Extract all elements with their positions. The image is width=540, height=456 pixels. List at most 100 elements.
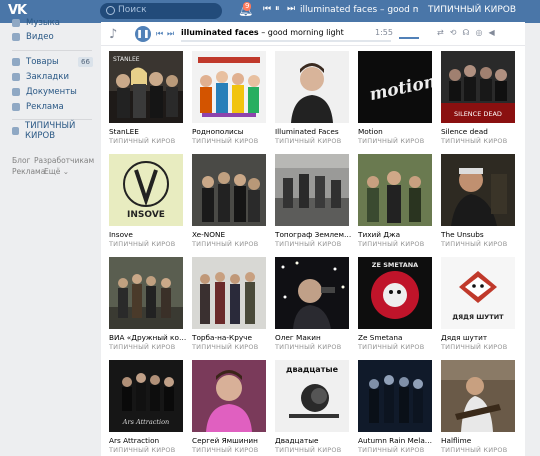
topbar-profile-name[interactable]: ТИПИЧНЫЙ КИРОВ — [428, 5, 516, 15]
artist-card[interactable]: Олег Макин ТИПИЧНЫЙ КИРОВ — [275, 257, 349, 351]
artist-card[interactable]: ZE SMETANA Ze Smetana ТИПИЧНЫЙ КИРОВ — [358, 257, 432, 351]
prev-track-icon[interactable]: ⏮︎ — [156, 29, 163, 39]
artist-title[interactable]: Ars Attraction — [109, 436, 187, 445]
footer-link-more[interactable]: Ещё ⌄ — [44, 167, 69, 176]
artist-owner[interactable]: ТИПИЧНЫЙ КИРОВ — [192, 343, 266, 351]
sidebar-item-ads[interactable]: Реклама — [12, 100, 64, 114]
artist-title[interactable]: Insove — [109, 230, 187, 239]
main-panel: ♪ ❚❚ ⏮︎ ⏭︎ illuminated faces – good morn… — [101, 22, 525, 456]
artist-card[interactable]: Сергей Ямшинин ТИПИЧНЫЙ КИРОВ — [192, 360, 266, 454]
artist-card[interactable]: Роднополисы ТИПИЧНЫЙ КИРОВ — [192, 51, 266, 145]
artist-title[interactable]: Silence dead — [441, 127, 519, 136]
sidebar-item-documents[interactable]: Документы — [12, 85, 77, 99]
next-track-icon[interactable]: ⏭︎ — [287, 4, 295, 14]
artist-card[interactable]: motion Motion ТИПИЧНЫЙ КИРОВ — [358, 51, 432, 145]
artist-owner[interactable]: ТИПИЧНЫЙ КИРОВ — [192, 446, 266, 454]
artist-title[interactable]: Тихий Джа — [358, 230, 436, 239]
sidebar-item-group[interactable]: ТИПИЧНЫЙ КИРОВ — [12, 121, 98, 141]
sidebar-item-goods[interactable]: Товары — [12, 55, 59, 69]
music-icon — [12, 19, 20, 27]
headphones-icon[interactable]: ☊ — [462, 28, 475, 37]
artist-owner[interactable]: ТИПИЧНЫЙ КИРОВ — [109, 240, 183, 248]
next-track-icon[interactable]: ⏭︎ — [167, 29, 174, 39]
artist-owner[interactable]: ТИПИЧНЫЙ КИРОВ — [358, 446, 432, 454]
prev-track-icon[interactable]: ⏮︎ — [263, 4, 271, 14]
artist-card[interactable]: Autumn Rain Melanch… ТИПИЧНЫЙ КИРОВ — [358, 360, 436, 454]
broadcast-icon[interactable]: ◎ — [476, 28, 489, 37]
volume-slider[interactable] — [399, 37, 419, 39]
artist-title[interactable]: ВИА «Дружный колл… — [109, 333, 187, 342]
sidebar-item-bookmarks[interactable]: Закладки — [12, 70, 69, 84]
artist-title[interactable]: Сергей Ямшинин — [192, 436, 270, 445]
artist-owner[interactable]: ТИПИЧНЫЙ КИРОВ — [358, 240, 432, 248]
top-bar: VK Поиск 🔔︎ 9 ⏮︎ ⏸︎ ⏭︎ illuminated faces… — [0, 0, 540, 23]
artist-owner[interactable]: ТИПИЧНЫЙ КИРОВ — [358, 343, 432, 351]
artist-card[interactable]: The Unsubs ТИПИЧНЫЙ КИРОВ — [441, 154, 515, 248]
artist-owner[interactable]: ТИПИЧНЫЙ КИРОВ — [192, 137, 266, 145]
artist-card[interactable]: Halflime ТИПИЧНЫЙ КИРОВ — [441, 360, 515, 454]
artist-title[interactable]: Торба-на-Круче — [192, 333, 270, 342]
artist-owner[interactable]: ТИПИЧНЫЙ КИРОВ — [275, 343, 349, 351]
artist-owner[interactable]: ТИПИЧНЫЙ КИРОВ — [275, 240, 349, 248]
artist-title[interactable]: Illuminated Faces — [275, 127, 353, 136]
artist-card[interactable]: Ars Attraction Ars Attraction ТИПИЧНЫЙ К… — [109, 360, 183, 454]
artist-card[interactable]: ДЯДЯ ШУТИТ Дядя шутит ТИПИЧНЫЙ КИРОВ — [441, 257, 515, 351]
artist-card[interactable]: INSOVE Insove ТИПИЧНЫЙ КИРОВ — [109, 154, 183, 248]
artist-card[interactable]: Тихий Джа ТИПИЧНЫЙ КИРОВ — [358, 154, 432, 248]
sidebar-divider — [12, 50, 92, 51]
pause-icon[interactable]: ⏸︎ — [275, 4, 280, 14]
artist-cover — [275, 51, 349, 123]
artist-title[interactable]: Autumn Rain Melanch… — [358, 436, 436, 445]
artist-owner[interactable]: ТИПИЧНЫЙ КИРОВ — [441, 446, 515, 454]
footer-link-developers[interactable]: Разработчикам — [34, 156, 94, 165]
artist-owner[interactable]: ТИПИЧНЫЙ КИРОВ — [192, 240, 266, 248]
artist-owner[interactable]: ТИПИЧНЫЙ КИРОВ — [441, 240, 515, 248]
artist-cover — [109, 257, 183, 329]
footer-link-ads[interactable]: Реклама — [12, 167, 45, 176]
artist-title[interactable]: Xe-NONE — [192, 230, 270, 239]
artist-title[interactable]: Олег Макин — [275, 333, 353, 342]
footer-link-blog[interactable]: Блог — [12, 156, 30, 165]
volume-icon[interactable]: ◀ — [489, 28, 501, 37]
topbar-track-title[interactable]: illuminated faces – good morning ligh — [300, 5, 418, 15]
artist-card[interactable]: двадцатые Двадцатые ТИПИЧНЫЙ КИРОВ — [275, 360, 349, 454]
artist-title[interactable]: Роднополисы — [192, 127, 270, 136]
artist-cover — [192, 360, 266, 432]
player-progress-bar[interactable] — [181, 40, 391, 42]
artist-title[interactable]: Motion — [358, 127, 436, 136]
artist-owner[interactable]: ТИПИЧНЫЙ КИРОВ — [275, 446, 349, 454]
artist-owner[interactable]: ТИПИЧНЫЙ КИРОВ — [275, 137, 349, 145]
artist-card[interactable]: ВИА «Дружный колл… ТИПИЧНЫЙ КИРОВ — [109, 257, 187, 351]
artist-card[interactable]: SILENCE DEAD Silence dead ТИПИЧНЫЙ КИРОВ — [441, 51, 515, 145]
sidebar-item-label: Документы — [26, 87, 77, 97]
artist-title[interactable]: Ze Smetana — [358, 333, 436, 342]
artist-title[interactable]: Halflime — [441, 436, 519, 445]
artist-owner[interactable]: ТИПИЧНЫЙ КИРОВ — [109, 446, 183, 454]
search-input[interactable]: Поиск — [100, 3, 222, 19]
artist-title[interactable]: StanLEE — [109, 127, 187, 136]
artist-owner[interactable]: ТИПИЧНЫЙ КИРОВ — [109, 343, 183, 351]
ads-icon — [12, 103, 20, 111]
artist-card[interactable]: Xe-NONE ТИПИЧНЫЙ КИРОВ — [192, 154, 266, 248]
artist-owner[interactable]: ТИПИЧНЫЙ КИРОВ — [441, 343, 515, 351]
repeat-icon[interactable]: ⟲ — [450, 28, 463, 37]
artist-cover — [192, 257, 266, 329]
artist-title[interactable]: Дядя шутит — [441, 333, 519, 342]
artist-title[interactable]: Топограф Землемер — [275, 230, 353, 239]
artist-owner[interactable]: ТИПИЧНЫЙ КИРОВ — [441, 137, 515, 145]
player-track[interactable]: illuminated faces – good morning light — [181, 28, 344, 37]
artist-owner[interactable]: ТИПИЧНЫЙ КИРОВ — [358, 137, 432, 145]
pause-button[interactable]: ❚❚ — [135, 26, 151, 42]
shuffle-icon[interactable]: ⇄ — [437, 28, 450, 37]
artist-title[interactable]: Двадцатые — [275, 436, 353, 445]
artist-card[interactable]: Топограф Землемер ТИПИЧНЫЙ КИРОВ — [275, 154, 353, 248]
sidebar-item-music[interactable]: Музыка — [12, 16, 60, 30]
artist-title[interactable]: The Unsubs — [441, 230, 519, 239]
artist-owner[interactable]: ТИПИЧНЫЙ КИРОВ — [109, 137, 183, 145]
artist-card[interactable]: Illuminated Faces ТИПИЧНЫЙ КИРОВ — [275, 51, 349, 145]
artist-card[interactable]: STANLEE StanLEE ТИПИЧНЫЙ КИРОВ — [109, 51, 183, 145]
sidebar-item-video[interactable]: Видео — [12, 30, 54, 44]
artist-cover — [275, 154, 349, 226]
sidebar-item-label: Видео — [26, 32, 54, 42]
artist-card[interactable]: Торба-на-Круче ТИПИЧНЫЙ КИРОВ — [192, 257, 266, 351]
